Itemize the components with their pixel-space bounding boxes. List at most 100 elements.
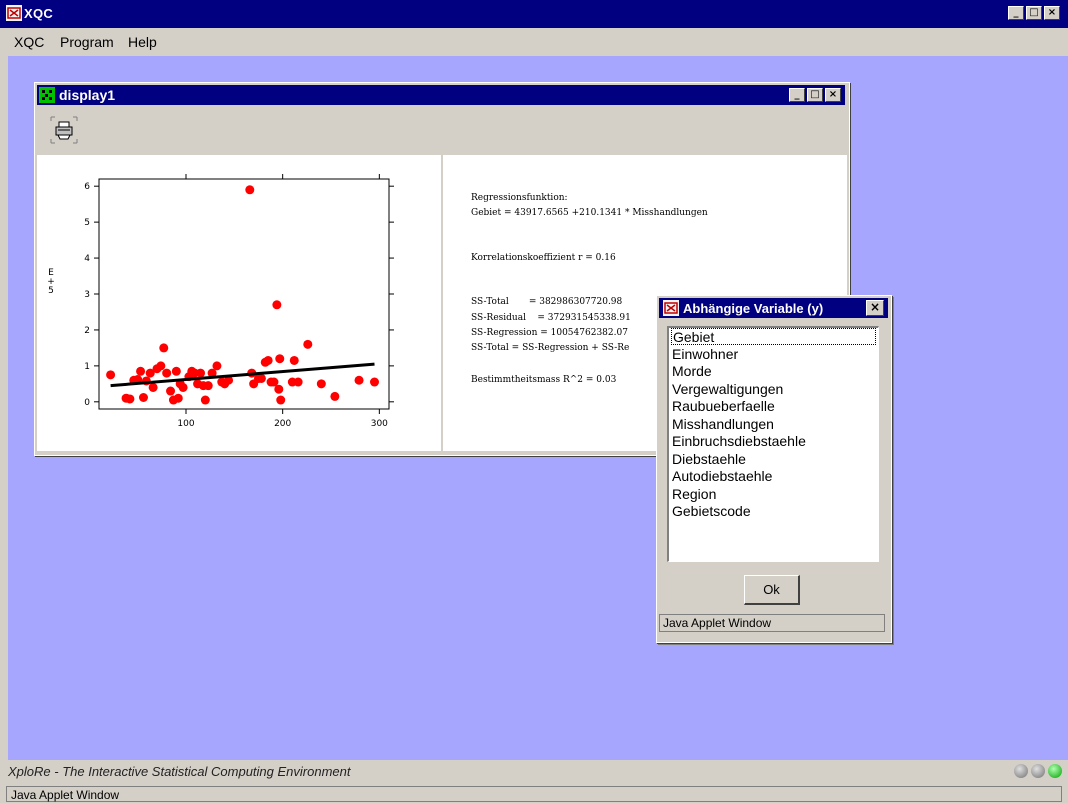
- ss-identity: SS-Total = SS-Regression + SS-Re: [471, 343, 630, 353]
- data-point: [245, 185, 255, 195]
- print-button[interactable]: [49, 115, 79, 145]
- regression-equation: Gebiet = 43917.6565 +210.1341 * Misshand…: [471, 208, 708, 218]
- data-point: [303, 339, 313, 349]
- data-point: [196, 368, 205, 378]
- close-icon: ×: [869, 300, 881, 314]
- data-point: [106, 370, 116, 380]
- x-tick-label: 100: [177, 419, 194, 429]
- data-point: [293, 377, 303, 387]
- data-point: [156, 361, 166, 371]
- x-tick-label: 200: [274, 419, 291, 429]
- data-point: [276, 395, 286, 405]
- ok-button[interactable]: Ok: [744, 575, 800, 605]
- y-tick-label: 0: [84, 398, 90, 408]
- status-light-icon: [1031, 764, 1045, 778]
- y-tick-label: 1: [84, 362, 90, 372]
- status-text: XploRe - The Interactive Statistical Com…: [8, 764, 351, 779]
- data-point: [136, 366, 146, 376]
- dialog-titlebar[interactable]: Abhängige Variable (y) ×: [659, 298, 888, 318]
- data-point: [159, 343, 169, 353]
- app-titlebar[interactable]: XQC _ □ ×: [0, 0, 1068, 28]
- dialog-applet-status: Java Applet Window: [659, 614, 885, 632]
- list-item[interactable]: Diebstaehle: [671, 451, 746, 468]
- minimize-button[interactable]: _: [1008, 6, 1024, 20]
- list-item[interactable]: Gebietscode: [671, 503, 751, 520]
- y-tick-label: 3: [84, 290, 90, 300]
- maximize-icon: □: [1029, 7, 1039, 18]
- status-bar: XploRe - The Interactive Statistical Com…: [0, 760, 1068, 784]
- menu-help[interactable]: Help: [128, 34, 157, 50]
- data-point: [316, 379, 326, 389]
- data-point: [178, 382, 188, 392]
- app-title: XQC: [24, 6, 54, 21]
- display1-toolbar: [37, 107, 845, 153]
- y-tick-label: 5: [84, 218, 90, 228]
- list-item[interactable]: Raubueberfaelle: [671, 398, 775, 415]
- display-icon: [39, 87, 55, 103]
- display1-close-button[interactable]: ×: [825, 88, 841, 102]
- close-icon: ×: [828, 89, 838, 100]
- status-lights: [1014, 764, 1062, 778]
- minimize-icon: _: [1013, 7, 1019, 18]
- ss-residual: SS-Residual = 372931545338.91: [471, 313, 631, 323]
- data-point: [256, 373, 266, 383]
- data-point: [274, 384, 284, 394]
- printer-icon: [50, 116, 78, 144]
- data-point: [162, 368, 172, 378]
- data-point: [200, 395, 210, 405]
- data-point: [330, 391, 340, 401]
- data-point: [203, 381, 213, 391]
- ss-regression: SS-Regression = 10054762382.07: [471, 328, 628, 338]
- close-icon: ×: [1047, 7, 1057, 18]
- data-point: [263, 355, 273, 365]
- list-item[interactable]: Misshandlungen: [671, 416, 774, 433]
- menu-bar: XQC Program Help: [0, 28, 1068, 54]
- data-point: [148, 382, 158, 392]
- dialog-title: Abhängige Variable (y): [683, 301, 824, 316]
- list-item[interactable]: Autodiebstaehle: [671, 468, 772, 485]
- display1-title: display1: [59, 87, 116, 103]
- data-point: [171, 366, 181, 376]
- xqc-logo-icon: [6, 5, 22, 21]
- list-item[interactable]: Einbruchsdiebstaehle: [671, 433, 806, 450]
- data-point: [354, 375, 364, 385]
- data-point: [166, 386, 176, 396]
- maximize-button[interactable]: □: [1026, 6, 1042, 20]
- maximize-icon: □: [810, 89, 820, 100]
- y-tick-label: 2: [84, 326, 90, 336]
- ss-total: SS-Total = 382986307720.98: [471, 297, 623, 307]
- menu-program[interactable]: Program: [60, 34, 114, 50]
- dialog-close-button[interactable]: ×: [866, 300, 884, 316]
- list-item[interactable]: Vergewaltigungen: [671, 381, 783, 398]
- y-axis-label: 5: [48, 286, 54, 296]
- minimize-icon: _: [794, 89, 800, 100]
- list-item[interactable]: Region: [671, 486, 716, 503]
- data-point: [370, 377, 379, 387]
- xqc-logo-icon: [663, 300, 679, 316]
- display1-minimize-button[interactable]: _: [789, 88, 805, 102]
- applet-window-bar: Java Applet Window: [6, 786, 1062, 802]
- display1-titlebar[interactable]: display1 _ □ ×: [37, 85, 845, 105]
- data-point: [289, 355, 299, 365]
- list-item[interactable]: Einwohner: [671, 346, 738, 363]
- r-squared: Bestimmtheitsmass R^2 = 0.03: [471, 375, 617, 385]
- correlation-coefficient: Korrelationskoeffizient r = 0.16: [471, 253, 616, 263]
- scatter-plot-panel: 0 1 2 3 4 5 6 100 200 300 E +5: [37, 155, 441, 451]
- data-point: [212, 361, 222, 371]
- data-point: [173, 393, 183, 403]
- dependent-variable-dialog: Abhängige Variable (y) × Gebiet Einwohne…: [656, 295, 892, 643]
- data-point: [272, 300, 282, 310]
- variable-listbox[interactable]: Gebiet Einwohner Morde Vergewaltigungen …: [667, 326, 879, 562]
- list-item[interactable]: Gebiet: [671, 328, 876, 345]
- regression-function-label: Regressionsfunktion:: [471, 193, 568, 203]
- display1-maximize-button[interactable]: □: [807, 88, 823, 102]
- y-tick-label: 4: [84, 254, 90, 264]
- list-item[interactable]: Morde: [671, 363, 712, 380]
- close-button[interactable]: ×: [1044, 6, 1060, 20]
- x-tick-label: 300: [371, 419, 388, 429]
- status-light-active-icon: [1048, 764, 1062, 778]
- data-point: [275, 354, 285, 364]
- data-point: [138, 393, 148, 402]
- menu-xqc[interactable]: XQC: [14, 34, 44, 50]
- data-point: [125, 394, 135, 404]
